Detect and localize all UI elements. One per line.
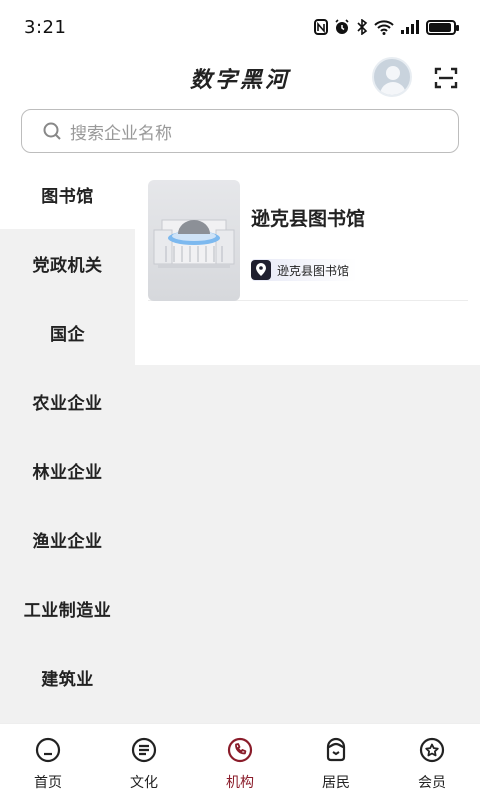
category-item-agriculture[interactable]: 农业企业 xyxy=(0,367,135,436)
search-placeholder: 搜索企业名称 xyxy=(70,123,172,144)
scan-button[interactable] xyxy=(433,65,459,91)
category-label: 农业企业 xyxy=(32,394,103,414)
app-header: 数字黑河 xyxy=(0,54,480,102)
location-pin-icon xyxy=(251,260,271,280)
category-label: 国企 xyxy=(50,325,85,345)
avatar-head xyxy=(386,66,400,80)
bottom-nav: 首页 文化 机构 居民 会员 xyxy=(0,723,480,800)
category-item-state-enterprise[interactable]: 国企 xyxy=(0,298,135,367)
result-card[interactable]: 逊克县图书馆 逊克县图书馆 xyxy=(148,180,468,301)
category-label: 渔业企业 xyxy=(32,532,103,552)
category-item-library[interactable]: 图书馆 xyxy=(0,160,135,229)
category-item-forestry[interactable]: 林业企业 xyxy=(0,436,135,505)
nav-label: 首页 xyxy=(34,775,62,791)
library-building-image xyxy=(148,180,240,301)
residents-icon xyxy=(326,737,346,762)
category-item-government[interactable]: 党政机关 xyxy=(0,229,135,298)
wifi-icon xyxy=(374,19,394,35)
avatar-body xyxy=(380,82,406,95)
result-location-tag: 逊克县图书馆 xyxy=(251,259,358,281)
category-list: 图书馆 党政机关 国企 农业企业 林业企业 渔业企业 工业制造业 建筑业 xyxy=(0,160,135,712)
nav-label: 居民 xyxy=(322,775,350,791)
nav-label: 会员 xyxy=(418,775,446,791)
category-label: 工业制造业 xyxy=(23,601,112,621)
search-input[interactable]: 搜索企业名称 xyxy=(21,109,459,153)
nav-label: 机构 xyxy=(226,775,254,791)
culture-icon xyxy=(131,737,157,763)
nav-item-member[interactable]: 会员 xyxy=(384,724,480,800)
search-icon xyxy=(43,122,61,140)
category-label: 图书馆 xyxy=(41,187,94,207)
result-name: 逊克县图书馆 xyxy=(251,208,366,230)
category-item-construction[interactable]: 建筑业 xyxy=(0,643,135,712)
signal-icon xyxy=(400,20,420,34)
alarm-icon xyxy=(334,19,350,35)
content-area: 图书馆 党政机关 国企 农业企业 林业企业 渔业企业 工业制造业 建筑业 逊克县… xyxy=(0,160,480,723)
category-label: 党政机关 xyxy=(32,256,103,276)
home-icon xyxy=(35,737,61,763)
category-label: 建筑业 xyxy=(41,670,94,690)
tag-text: 逊克县图书馆 xyxy=(277,263,350,278)
status-bar: 3:21 xyxy=(0,0,480,54)
nav-item-institution[interactable]: 机构 xyxy=(192,724,288,800)
scan-icon xyxy=(434,67,458,89)
nfc-icon xyxy=(314,19,328,35)
avatar[interactable] xyxy=(372,57,412,97)
result-panel: 逊克县图书馆 逊克县图书馆 xyxy=(135,160,480,365)
nav-item-residents[interactable]: 居民 xyxy=(288,724,384,800)
nav-label: 文化 xyxy=(130,775,158,791)
bluetooth-icon xyxy=(356,19,368,35)
category-item-fishery[interactable]: 渔业企业 xyxy=(0,505,135,574)
category-item-manufacturing[interactable]: 工业制造业 xyxy=(0,574,135,643)
category-label: 林业企业 xyxy=(32,463,103,483)
nav-item-culture[interactable]: 文化 xyxy=(96,724,192,800)
battery-icon xyxy=(426,19,459,35)
institution-phone-icon xyxy=(227,737,253,763)
status-time: 3:21 xyxy=(24,16,67,38)
status-icons xyxy=(314,19,459,35)
member-star-icon xyxy=(419,737,445,763)
nav-item-home[interactable]: 首页 xyxy=(0,724,96,800)
